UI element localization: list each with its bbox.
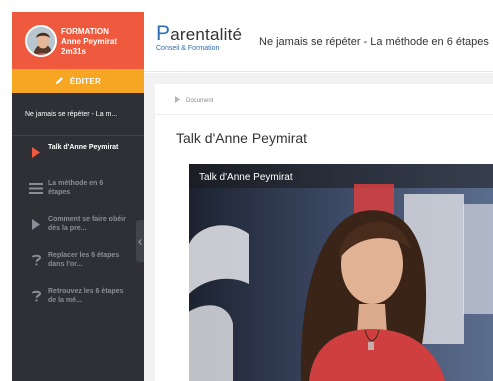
play-icon [28,214,44,234]
sidebar-item-label: Comment se faire obéir dès la pre... [48,216,126,232]
text-lines-icon [28,178,44,198]
sidebar-item-obeir[interactable]: Comment se faire obéir dès la pre... [12,212,144,246]
breadcrumb-label: Document [186,97,214,104]
avatar [25,25,57,57]
sidebar-header: FORMATION Anne Peymirat 2m31s [12,12,144,69]
sidebar-item-retrouvez[interactable]: Retrouvez les 6 étapes de la mé... [12,284,144,318]
sidebar-item-methode[interactable]: La méthode en 6 étapes [12,176,144,210]
trainer-name: Anne Peymirat [61,37,118,46]
sidebar-item-label: Retrouvez les 6 étapes de la mé... [48,288,124,304]
logo-tagline: Conseil & Formation [156,45,220,52]
sidebar-course-title[interactable]: Ne jamais se répéter - La m... [12,93,144,135]
sidebar: FORMATION Anne Peymirat 2m31s ÉDITER Ne … [12,12,144,381]
breadcrumb: Document [175,96,213,105]
divider [12,135,144,136]
sidebar-item-replacer[interactable]: Replacer les 6 étapes dans l'or... [12,248,144,282]
sidebar-item-talk[interactable]: Talk d'Anne Peymirat [12,140,144,174]
video-player[interactable]: Talk d'Anne Peymirat [189,164,493,381]
sidebar-item-label: La méthode en 6 étapes [48,180,104,196]
logo-wordmark: Parentalité [156,22,243,45]
question-icon [28,250,44,270]
page-title: Talk d'Anne Peymirat [176,130,308,146]
sidebar-header-text: FORMATION Anne Peymirat 2m31s [61,27,117,57]
top-header: Parentalité Conseil & Formation Ne jamai… [144,12,493,72]
sidebar-collapse-handle[interactable] [136,220,144,262]
formation-label: FORMATION [61,27,109,36]
page-heading: Ne jamais se répéter - La méthode en 6 é… [259,36,489,48]
sidebar-item-label: Talk d'Anne Peymirat [48,144,119,151]
pencil-icon [55,76,64,87]
logo[interactable]: Parentalité Conseil & Formation [156,22,242,52]
chevron-left-icon [138,232,142,250]
video-frame [189,164,493,381]
edit-button[interactable]: ÉDITER [12,69,144,93]
document-icon [175,96,180,105]
question-icon [28,286,44,306]
edit-button-label: ÉDITER [69,76,102,86]
video-title: Talk d'Anne Peymirat [199,172,293,183]
course-duration: 2m31s [61,47,86,56]
play-icon [28,142,44,162]
divider [155,114,493,115]
sidebar-item-label: Replacer les 6 étapes dans l'or... [48,252,120,268]
